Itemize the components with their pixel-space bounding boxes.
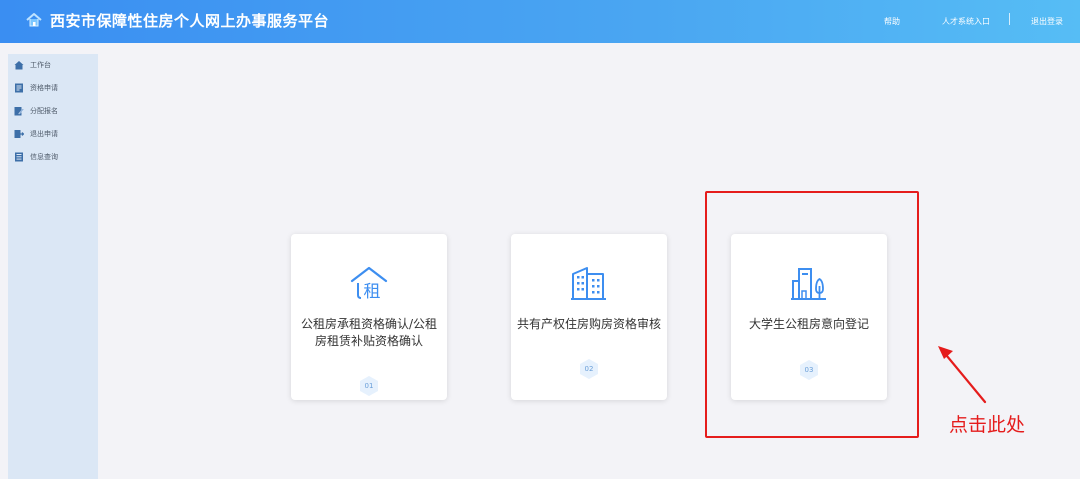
sidebar-item-workbench[interactable]: 工作台 [14,58,51,72]
rent-house-icon: 租 [350,266,388,302]
app-title: 西安市保障性住房个人网上办事服务平台 [50,12,330,30]
help-link[interactable]: 帮助 [884,16,900,27]
talent-system-link[interactable]: 人才系统入口 [942,16,990,27]
card-number: 02 [584,365,594,373]
sidebar-item-allocation-signup[interactable]: 分配报名 [14,104,58,118]
home-icon [14,61,24,70]
card-number-badge: 03 [798,359,820,381]
sidebar-item-label: 退出申请 [30,130,58,138]
house-icon [26,13,42,27]
sidebar-item-exit-apply[interactable]: 退出申请 [14,127,58,141]
sidebar-item-label: 资格申请 [30,84,58,92]
exit-icon [14,130,24,138]
document-icon [15,83,23,93]
card-title: 大学生公租房意向登记 [748,317,869,331]
service-card-shared-ownership-review[interactable]: 共有产权住房购房资格审核 02 [511,234,667,400]
sidebar-item-label: 工作台 [30,61,51,69]
sidebar-item-label: 信息查询 [30,153,58,161]
sidebar: 工作台 资格申请 分配报名 退出申请 信息查询 [8,54,98,479]
edit-icon [14,107,24,116]
service-card-public-rental-qualification[interactable]: 租 公租房承租资格确认/公租房租赁补贴资格确认 01 [291,234,447,400]
service-card-graduate-rental-registration[interactable]: 大学生公租房意向登记 03 [731,234,887,400]
card-number: 01 [364,382,374,390]
logout-link[interactable]: 退出登录 [1031,16,1063,27]
svg-text:租: 租 [364,282,381,302]
list-icon [15,152,23,162]
card-number: 03 [804,366,814,374]
sidebar-item-info-query[interactable]: 信息查询 [14,150,58,164]
arrow-icon [938,346,987,404]
top-header: 西安市保障性住房个人网上办事服务平台 帮助 人才系统入口 退出登录 [0,0,1080,43]
building-icon [571,267,606,300]
nav-divider [1009,13,1010,25]
sidebar-item-label: 分配报名 [30,107,58,115]
card-number-badge: 01 [358,375,380,397]
sidebar-item-qualification-apply[interactable]: 资格申请 [14,81,58,95]
click-here-annotation: 点击此处 [949,414,1026,436]
building-tree-icon [791,268,826,300]
card-number-badge: 02 [578,358,600,380]
card-title: 公租房承租资格确认/公租房租赁补贴资格确认 [300,317,438,348]
card-title: 共有产权住房购房资格审核 [516,317,661,331]
